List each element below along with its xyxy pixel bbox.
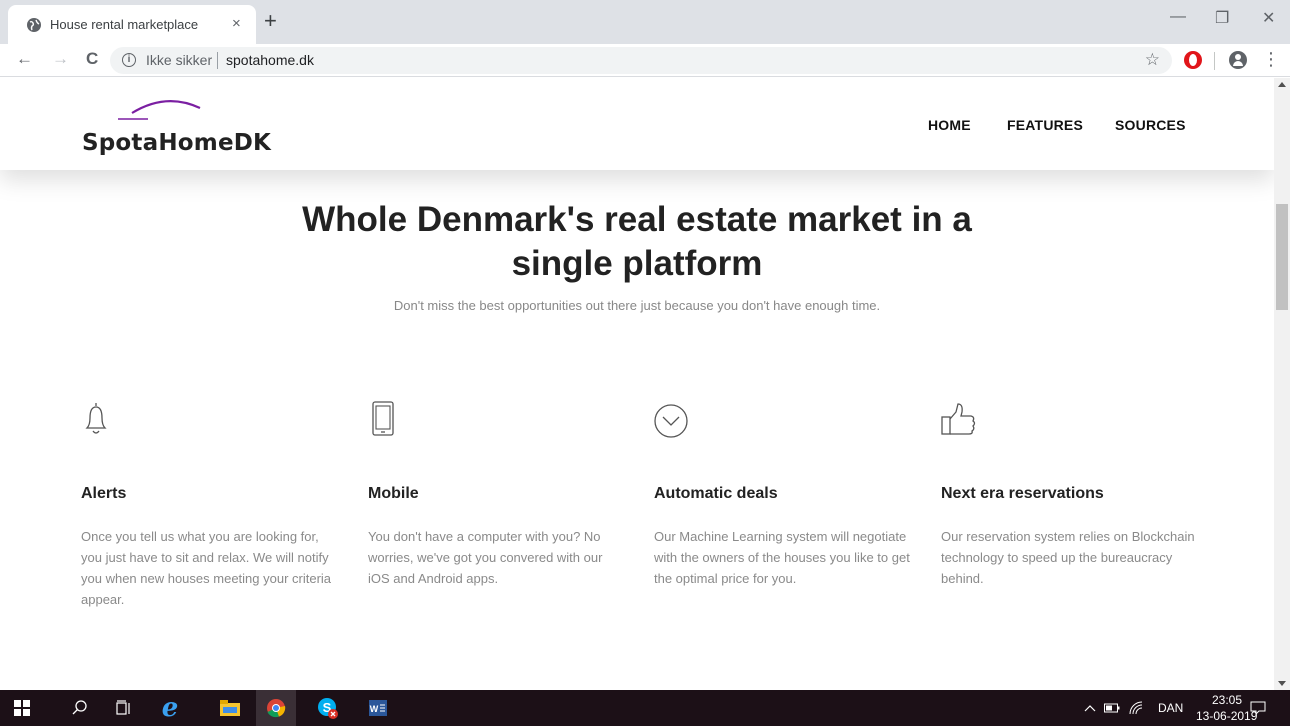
internet-explorer-icon[interactable]: e — [150, 690, 190, 726]
nav-sources[interactable]: SOURCES — [1115, 117, 1186, 133]
url-text[interactable]: spotahome.dk — [226, 52, 314, 68]
forward-button[interactable]: → — [52, 49, 69, 69]
minimize-button[interactable]: — — [1170, 8, 1186, 26]
bookmark-star-icon[interactable]: ☆ — [1145, 50, 1160, 70]
search-icon[interactable] — [60, 690, 100, 726]
feature-text: Our Machine Learning system will negotia… — [654, 529, 910, 586]
windows-taskbar: e S W DAN 23:05 13-06-2019 — [0, 690, 1290, 726]
browser-toolbar: ← → C i Ikke sikker spotahome.dk ☆ — [0, 44, 1290, 77]
site-logo[interactable]: SpotaHomeDK — [82, 92, 282, 162]
tab-title: House rental marketplace — [50, 17, 199, 32]
browser-tab-strip: House rental marketplace × + — ❐ ✕ — [0, 0, 1290, 44]
page-viewport: SpotaHomeDK HOME FEATURES SOURCES Whole … — [0, 78, 1274, 690]
bell-icon — [85, 403, 107, 434]
logo-text: SpotaHomeDK — [82, 130, 272, 156]
feature-text: Our reservation system relies on Blockch… — [941, 529, 1195, 586]
chevron-circle-icon — [654, 404, 688, 438]
mobile-phone-icon — [372, 401, 394, 436]
feature-title: Automatic deals — [654, 485, 778, 502]
opera-extension-icon[interactable] — [1184, 51, 1202, 69]
scroll-up-arrow-icon[interactable] — [1278, 82, 1286, 87]
feature-title: Mobile — [368, 485, 419, 502]
globe-icon — [27, 18, 41, 32]
windows-start-icon[interactable] — [0, 690, 44, 726]
task-view-icon[interactable] — [104, 690, 144, 726]
feature-title: Alerts — [81, 485, 127, 502]
word-icon[interactable]: W — [358, 690, 398, 726]
hero-title-line-1: Whole Denmark's real estate market in a — [302, 200, 972, 239]
address-separator — [217, 52, 218, 69]
tab-close-icon[interactable]: × — [232, 15, 241, 32]
scroll-down-arrow-icon[interactable] — [1278, 681, 1286, 686]
hero-subtitle: Don't miss the best opportunities out th… — [393, 298, 881, 313]
site-info-icon[interactable]: i — [122, 53, 136, 67]
wifi-icon[interactable] — [1126, 690, 1146, 726]
roof-logo-icon — [118, 99, 201, 120]
skype-icon[interactable]: S — [308, 690, 348, 726]
file-explorer-icon[interactable] — [210, 690, 250, 726]
insecure-label: Ikke sikker — [146, 52, 213, 68]
toolbar-separator — [1214, 52, 1215, 70]
input-language[interactable]: DAN — [1158, 701, 1183, 715]
page-scrollbar[interactable] — [1274, 78, 1290, 690]
feature-title: Next era reservations — [941, 485, 1104, 502]
hero-title: Whole Denmark's real estate market in a … — [0, 198, 1274, 286]
nav-home[interactable]: HOME — [928, 117, 971, 133]
feature-text: You don't have a computer with you? No w… — [368, 529, 603, 586]
tray-chevron-up-icon[interactable] — [1080, 690, 1100, 726]
chrome-icon[interactable] — [256, 690, 296, 726]
battery-icon[interactable] — [1102, 690, 1122, 726]
new-tab-button[interactable]: + — [264, 10, 277, 32]
scrollbar-thumb[interactable] — [1276, 204, 1288, 310]
site-header: SpotaHomeDK HOME FEATURES SOURCES — [0, 78, 1274, 170]
clock-time[interactable]: 23:05 — [1212, 693, 1242, 707]
nav-features[interactable]: FEATURES — [1007, 117, 1083, 133]
feature-text: Once you tell us what you are looking fo… — [81, 529, 332, 607]
close-window-button[interactable]: ✕ — [1262, 8, 1275, 28]
notification-center-icon[interactable] — [1248, 690, 1268, 726]
hero-title-line-2: single platform — [511, 244, 763, 283]
browser-tab[interactable]: House rental marketplace × — [8, 5, 256, 44]
profile-icon[interactable] — [1229, 51, 1247, 69]
reload-button[interactable]: C — [86, 49, 98, 69]
maximize-button[interactable]: ❐ — [1215, 8, 1229, 28]
browser-menu-icon[interactable]: ⋮ — [1262, 49, 1280, 70]
back-button[interactable]: ← — [16, 49, 33, 69]
thumbs-up-icon — [941, 403, 976, 435]
address-bar[interactable]: i Ikke sikker spotahome.dk ☆ — [110, 47, 1172, 74]
svg-text:W: W — [370, 704, 379, 714]
